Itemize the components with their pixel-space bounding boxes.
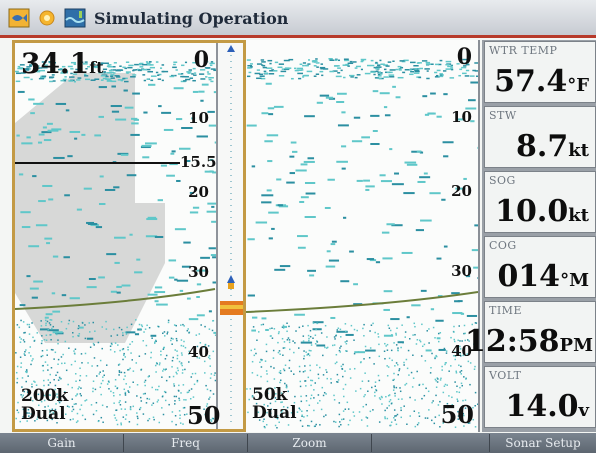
- surface-marker-icon: [227, 45, 235, 52]
- scale-label-40: 40: [188, 343, 209, 361]
- field-course-over-ground[interactable]: COG 014°M: [484, 236, 596, 298]
- current-depth-readout: 34.1ft: [21, 47, 104, 80]
- scale-label-20: 20: [451, 182, 472, 200]
- title-bar: Simulating Operation: [0, 0, 596, 38]
- sonar-echo-returns-200k: [15, 61, 225, 426]
- scale-label-30: 30: [451, 262, 472, 280]
- sonar-echo-returns-50k: [246, 58, 478, 429]
- sonar-panel-50k[interactable]: 0 10 20 30 40 50k Dual 50: [246, 40, 480, 432]
- sonar-panel-200k[interactable]: 34.1ft 0 10 20 30 40 15.5 200k Dual 50: [12, 40, 246, 432]
- scale-top-label: 0: [456, 44, 472, 70]
- softkey-gain[interactable]: Gain: [0, 434, 124, 452]
- softkey-bar: Gain Freq Zoom Sonar Setup: [0, 433, 596, 453]
- softkey-zoom[interactable]: Zoom: [248, 434, 372, 452]
- field-voltage[interactable]: VOLT 14.0v: [484, 366, 596, 428]
- fish-symbol-icon: [227, 275, 235, 283]
- scale-bottom-label: 50: [187, 401, 221, 430]
- scale-strip-graphic: [220, 45, 243, 423]
- depth-scale-strip: [216, 43, 243, 429]
- field-speed-through-water[interactable]: STW 8.7kt: [484, 106, 596, 168]
- scale-label-30: 30: [188, 263, 209, 281]
- field-water-temp[interactable]: WTR TEMP 57.4°F: [484, 41, 596, 103]
- softkey-freq[interactable]: Freq: [124, 434, 248, 452]
- depth-cursor-label: 15.5: [180, 153, 217, 171]
- scale-label-20: 20: [188, 183, 209, 201]
- scale-bottom-label: 50: [440, 400, 474, 429]
- scale-top-label: 0: [193, 47, 209, 73]
- sun-icon: [39, 10, 55, 26]
- scale-label-10: 10: [451, 108, 472, 126]
- fish-icon: [8, 8, 30, 28]
- depth-cursor-line[interactable]: [15, 162, 180, 164]
- field-time[interactable]: TIME 12:58PM: [465, 301, 596, 363]
- softkey-empty[interactable]: [372, 434, 490, 452]
- water-icon: [64, 8, 86, 28]
- frequency-label: 200k Dual: [21, 386, 69, 424]
- data-fields-column: WTR TEMP 57.4°F STW 8.7kt SOG 10.0kt COG…: [465, 40, 596, 432]
- softkey-sonar-setup[interactable]: Sonar Setup: [490, 434, 596, 452]
- sonar-screen: Simulating Operation 34.1ft 0 10 20 30 4…: [0, 0, 596, 453]
- title-text: Simulating Operation: [94, 9, 289, 28]
- frequency-label: 50k Dual: [252, 385, 297, 423]
- scale-label-10: 10: [188, 109, 209, 127]
- field-speed-over-ground[interactable]: SOG 10.0kt: [484, 171, 596, 233]
